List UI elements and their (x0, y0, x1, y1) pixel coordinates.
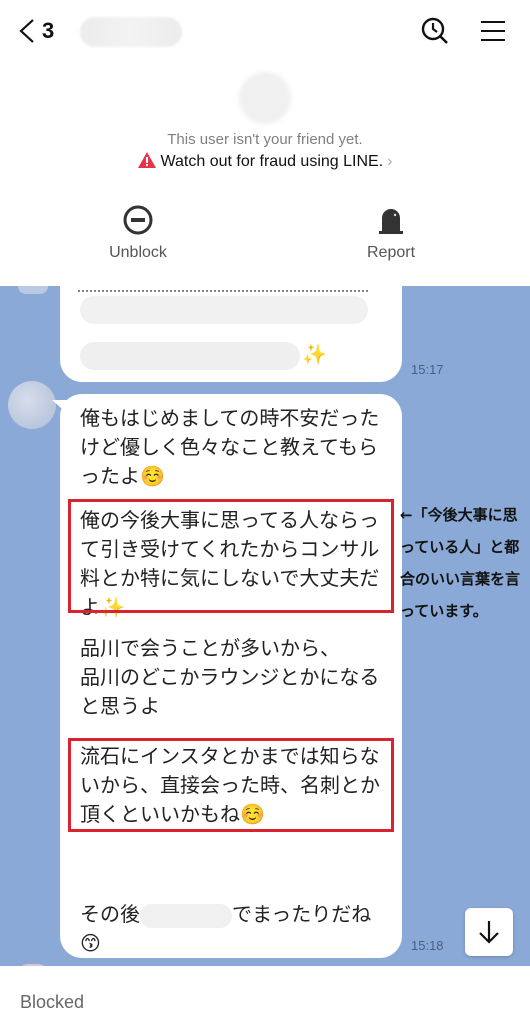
action-bar: Unblock Report (0, 204, 530, 274)
minus-circle-icon (123, 205, 153, 235)
message-paragraph: 俺もはじめましての時不安だったけど優しく色々なこと教えてもらったよ☺️ (80, 406, 380, 488)
chat-header: 3 (0, 0, 530, 64)
fraud-warning-link[interactable]: Watch out for fraud using LINE. › (0, 152, 530, 171)
sender-avatar[interactable] (8, 381, 56, 429)
chevron-right-icon: › (387, 153, 393, 170)
unblock-label: Unblock (109, 244, 167, 261)
hamburger-menu-icon[interactable] (478, 16, 508, 46)
contact-name-redacted (80, 17, 182, 47)
unblock-button[interactable]: Unblock (68, 204, 208, 262)
smiling-emoji: ☺️ (140, 464, 165, 488)
report-label: Report (366, 244, 416, 261)
sender-avatar[interactable] (18, 286, 48, 294)
highlight-box (68, 738, 394, 832)
siren-icon (379, 209, 403, 234)
redacted-text (80, 342, 300, 370)
blocked-status: Blocked (20, 992, 85, 1012)
footer-bar: Blocked (0, 966, 530, 1024)
unread-count: 3 (42, 18, 55, 43)
scroll-to-bottom-button[interactable] (465, 908, 513, 956)
back-button[interactable]: 3 (16, 14, 54, 48)
search-history-icon[interactable] (420, 16, 450, 46)
redacted-text (80, 296, 368, 324)
fraud-warning-text: Watch out for fraud using LINE. (160, 153, 384, 170)
profile-avatar[interactable] (239, 72, 291, 124)
report-button[interactable]: Report (321, 204, 461, 262)
redacted-text (140, 903, 232, 928)
message-paragraph: 品川で会うことが多いから、 品川のどこかラウンジとかになると思うよ (80, 636, 380, 718)
message-timestamp: 15:17 (411, 362, 444, 377)
highlight-box (68, 499, 394, 613)
profile-panel: This user isn't your friend yet. Watch o… (0, 64, 530, 286)
sparkles-emoji: ✨ (302, 342, 327, 366)
message-bubble: 俺もはじめましての時不安だったけど優しく色々なこと教えてもらったよ☺️ 俺の今後… (60, 394, 402, 958)
warning-icon (137, 152, 156, 168)
chevron-left-icon (19, 19, 34, 43)
arrow-down-icon (479, 921, 499, 944)
annotation-note: ←「今後大事に思っている人」と都合のいい言葉を言っています。 (400, 506, 521, 620)
message-timestamp: 15:18 (411, 938, 444, 953)
chat-area[interactable]: ✨ 15:17 俺もはじめましての時不安だったけど優しく色々なこと教えてもらった… (0, 286, 530, 966)
kissing-emoji: 😙 (80, 931, 101, 955)
message-paragraph: その後 でまったりだね😙 (80, 902, 372, 955)
message-bubble: ✨ (60, 286, 402, 382)
not-friend-notice: This user isn't your friend yet. (167, 131, 363, 148)
